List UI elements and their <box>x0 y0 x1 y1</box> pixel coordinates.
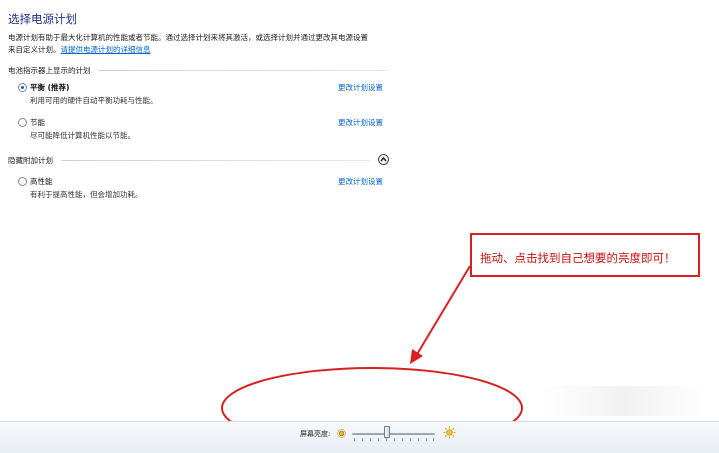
dim-sun-icon <box>337 429 346 438</box>
annotation-overlay <box>221 265 523 449</box>
brightness-slider-ticks <box>354 438 434 441</box>
annotation-callout: 拖动、点击找到自己想要的亮度即可！ <box>470 233 700 277</box>
screen-brightness-label: 屏幕亮度: <box>300 430 331 438</box>
annotation-callout-text: 拖动、点击找到自己想要的亮度即可！ <box>480 251 676 265</box>
brightness-bar <box>0 421 719 453</box>
annotation-arrow-line <box>415 265 471 357</box>
watermark <box>540 386 710 416</box>
annotation-arrow-head <box>410 349 423 364</box>
brightness-slider-track[interactable] <box>352 433 435 435</box>
bright-sun-icon <box>443 426 456 439</box>
brightness-slider-thumb[interactable] <box>384 426 390 438</box>
